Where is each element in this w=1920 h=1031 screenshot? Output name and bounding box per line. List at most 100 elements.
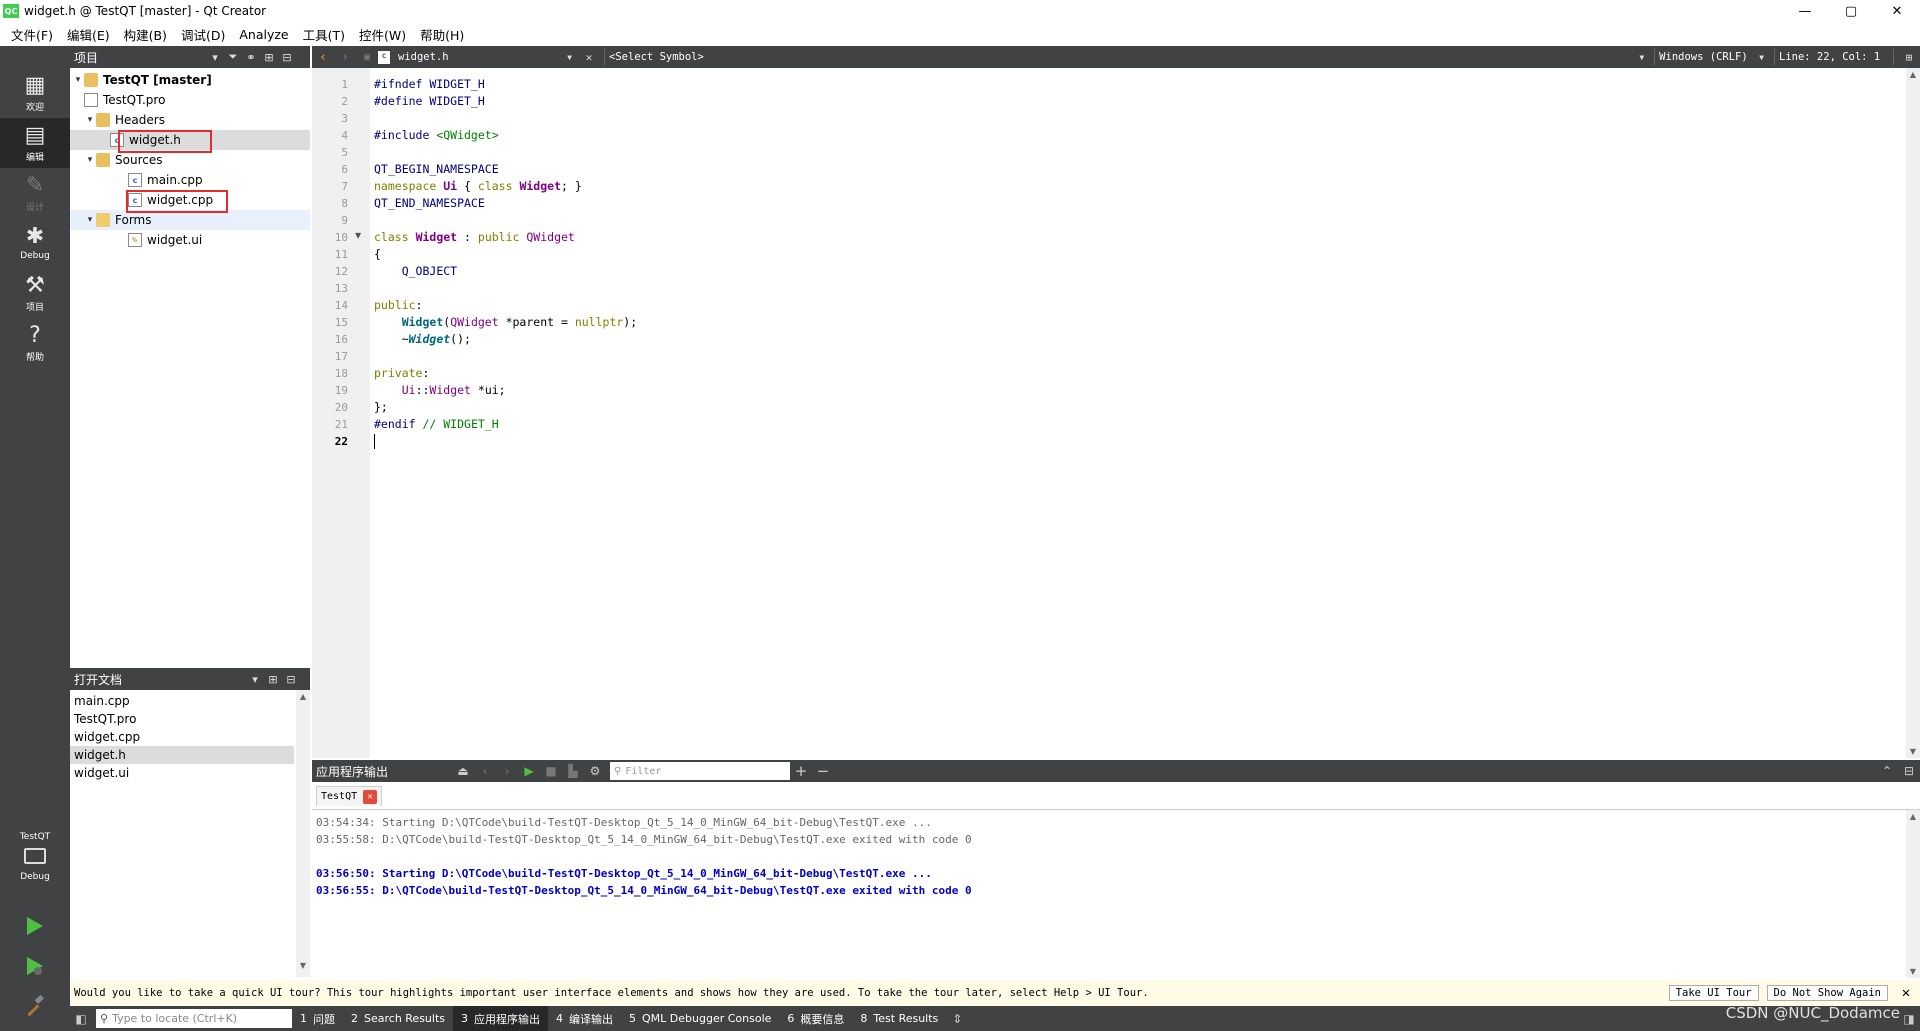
- scroll-up-icon[interactable]: ▲: [1906, 812, 1920, 821]
- stop-icon[interactable]: ■: [540, 764, 562, 778]
- mode-design[interactable]: ✎ 设计: [0, 168, 70, 218]
- next-icon[interactable]: ›: [496, 764, 518, 778]
- filter-icon[interactable]: ⏷: [224, 50, 242, 64]
- menu-edit[interactable]: 编辑(E): [60, 25, 117, 44]
- scroll-down-icon[interactable]: ▼: [296, 961, 310, 975]
- mode-welcome[interactable]: ▦ 欢迎: [0, 68, 70, 118]
- attach-debugger-icon[interactable]: ▙: [562, 764, 584, 778]
- do-not-show-again-button[interactable]: Do Not Show Again: [1766, 985, 1888, 1001]
- list-item[interactable]: main.cpp: [70, 692, 294, 710]
- zoom-out-icon[interactable]: −: [812, 762, 834, 780]
- scroll-up-icon[interactable]: ▲: [1906, 70, 1920, 79]
- run-icon[interactable]: [22, 914, 46, 938]
- rerun-icon[interactable]: ▶: [518, 764, 540, 778]
- chevron-down-icon[interactable]: ▾: [84, 215, 96, 225]
- chevron-down-icon[interactable]: ▾: [246, 673, 264, 686]
- list-item[interactable]: widget.cpp: [70, 728, 294, 746]
- chevron-down-icon[interactable]: ▼: [1759, 53, 1764, 62]
- tab-testqt[interactable]: TestQT ✕: [316, 786, 383, 806]
- tab-general-messages[interactable]: 6 概要信息: [779, 1006, 852, 1031]
- chevron-down-icon[interactable]: ▾: [72, 75, 84, 85]
- forward-arrow-icon[interactable]: ›: [334, 50, 356, 65]
- list-item[interactable]: TestQT.pro: [70, 710, 294, 728]
- tab-compile-output[interactable]: 4 编译输出: [548, 1006, 621, 1031]
- filter-input[interactable]: ⚲ Filter: [610, 762, 790, 780]
- menu-build[interactable]: 构建(B): [117, 25, 174, 44]
- settings-gear-icon[interactable]: ⚙: [584, 764, 606, 778]
- project-pane-title[interactable]: 项目: [70, 49, 206, 66]
- back-arrow-icon[interactable]: ‹: [312, 50, 334, 65]
- zoom-in-icon[interactable]: +: [790, 762, 812, 780]
- chevron-down-icon[interactable]: ▾: [206, 51, 224, 64]
- close-pane-icon[interactable]: ⊟: [278, 51, 296, 64]
- output-text[interactable]: 03:54:34: Starting D:\QTCode\build-TestQ…: [312, 810, 1906, 978]
- debug-run-icon[interactable]: [22, 954, 46, 978]
- scroll-down-icon[interactable]: ▼: [1906, 747, 1920, 756]
- tree-item-main-cpp[interactable]: c main.cpp: [70, 170, 310, 190]
- chevron-down-icon[interactable]: ▾: [84, 115, 96, 125]
- take-ui-tour-button[interactable]: Take UI Tour: [1668, 985, 1759, 1001]
- close-icon[interactable]: ✕: [363, 789, 378, 804]
- tree-item-headers[interactable]: ▾ Headers: [70, 110, 310, 130]
- maximize-pane-icon[interactable]: ⌃: [1876, 764, 1898, 778]
- toggle-output-icon[interactable]: ◨: [1898, 1012, 1920, 1026]
- maximize-button[interactable]: ▢: [1828, 0, 1874, 22]
- split-icon[interactable]: ⊞: [264, 673, 282, 686]
- locator-input[interactable]: ⚲ Type to locate (Ctrl+K): [96, 1009, 292, 1028]
- scroll-up-icon[interactable]: ▲: [296, 692, 310, 706]
- tab-search-results[interactable]: 2 Search Results: [343, 1006, 453, 1031]
- menu-file[interactable]: 文件(F): [4, 25, 60, 44]
- more-tabs-icon[interactable]: ⇕: [946, 1012, 968, 1026]
- tree-item-forms[interactable]: ▾ Forms: [70, 210, 310, 230]
- output-scrollbar[interactable]: ▲ ▼: [1906, 810, 1920, 978]
- tree-item-project-root[interactable]: ▾ TestQT [master]: [70, 70, 310, 90]
- symbol-selector[interactable]: <Select Symbol>: [609, 51, 1639, 63]
- tab-test-results[interactable]: 8 Test Results: [852, 1006, 946, 1031]
- search-icon: ⚲: [614, 765, 622, 777]
- mode-projects[interactable]: ⚒ 项目: [0, 268, 70, 318]
- fold-arrow-icon[interactable]: ▼: [355, 231, 361, 240]
- menu-tools[interactable]: 工具(T): [296, 25, 352, 44]
- open-docs-scrollbar[interactable]: ▲ ▼: [296, 690, 310, 977]
- toggle-sidebar-icon[interactable]: ◧: [70, 1012, 92, 1026]
- close-file-icon[interactable]: ✕: [578, 51, 600, 64]
- scroll-down-icon[interactable]: ▼: [1906, 967, 1920, 976]
- close-icon[interactable]: ✕: [1896, 985, 1916, 1001]
- file-selector[interactable]: c widget.h ▼: [378, 50, 578, 64]
- close-pane-icon[interactable]: ⊟: [282, 673, 300, 686]
- minimize-button[interactable]: —: [1782, 0, 1828, 22]
- editor-scrollbar[interactable]: ▲ ▼: [1906, 68, 1920, 758]
- mode-edit[interactable]: ▤ 编辑: [0, 118, 70, 168]
- tab-application-output[interactable]: 3 应用程序输出: [453, 1006, 549, 1031]
- open-docs-title[interactable]: 打开文档: [70, 671, 246, 688]
- list-item[interactable]: widget.ui: [70, 764, 294, 782]
- mode-debug[interactable]: ✱ Debug: [0, 218, 70, 268]
- menu-widgets[interactable]: 控件(W): [352, 25, 413, 44]
- link-icon[interactable]: ⚭: [242, 51, 260, 64]
- tab-issues[interactable]: 1 问题: [292, 1006, 343, 1031]
- split-icon[interactable]: ⊞: [1898, 51, 1920, 64]
- list-item[interactable]: widget.h: [70, 746, 294, 764]
- tree-item-widget-ui[interactable]: ✎ widget.ui: [70, 230, 310, 250]
- chevron-down-icon[interactable]: ▾: [84, 155, 96, 165]
- line-number: 10: [334, 231, 348, 244]
- line-ending-selector[interactable]: Windows (CRLF): [1659, 51, 1759, 63]
- code-editor[interactable]: #ifndef WIDGET_H #define WIDGET_H #inclu…: [370, 68, 1906, 758]
- mode-help[interactable]: ? 帮助: [0, 318, 70, 368]
- menu-debug[interactable]: 调试(D): [174, 25, 232, 44]
- menu-help[interactable]: 帮助(H): [413, 25, 471, 44]
- attach-icon[interactable]: ⏏: [452, 764, 474, 778]
- previous-icon[interactable]: ‹: [474, 764, 496, 778]
- split-icon[interactable]: ⊞: [260, 51, 278, 64]
- code-line: private:: [374, 366, 430, 380]
- cursor-position[interactable]: Line: 22, Col: 1: [1779, 51, 1889, 63]
- close-pane-icon[interactable]: ⊟: [1898, 764, 1920, 778]
- tree-item-sources[interactable]: ▾ Sources: [70, 150, 310, 170]
- chevron-down-icon[interactable]: ▼: [1639, 53, 1644, 62]
- menu-analyze[interactable]: Analyze: [232, 27, 295, 42]
- tab-qml-debugger-console[interactable]: 5 QML Debugger Console: [621, 1006, 779, 1031]
- close-button[interactable]: ✕: [1874, 0, 1920, 22]
- kit-selector[interactable]: TestQT Debug: [0, 832, 70, 882]
- tree-item-pro-file[interactable]: TestQT.pro: [70, 90, 310, 110]
- build-hammer-icon[interactable]: [22, 994, 46, 1018]
